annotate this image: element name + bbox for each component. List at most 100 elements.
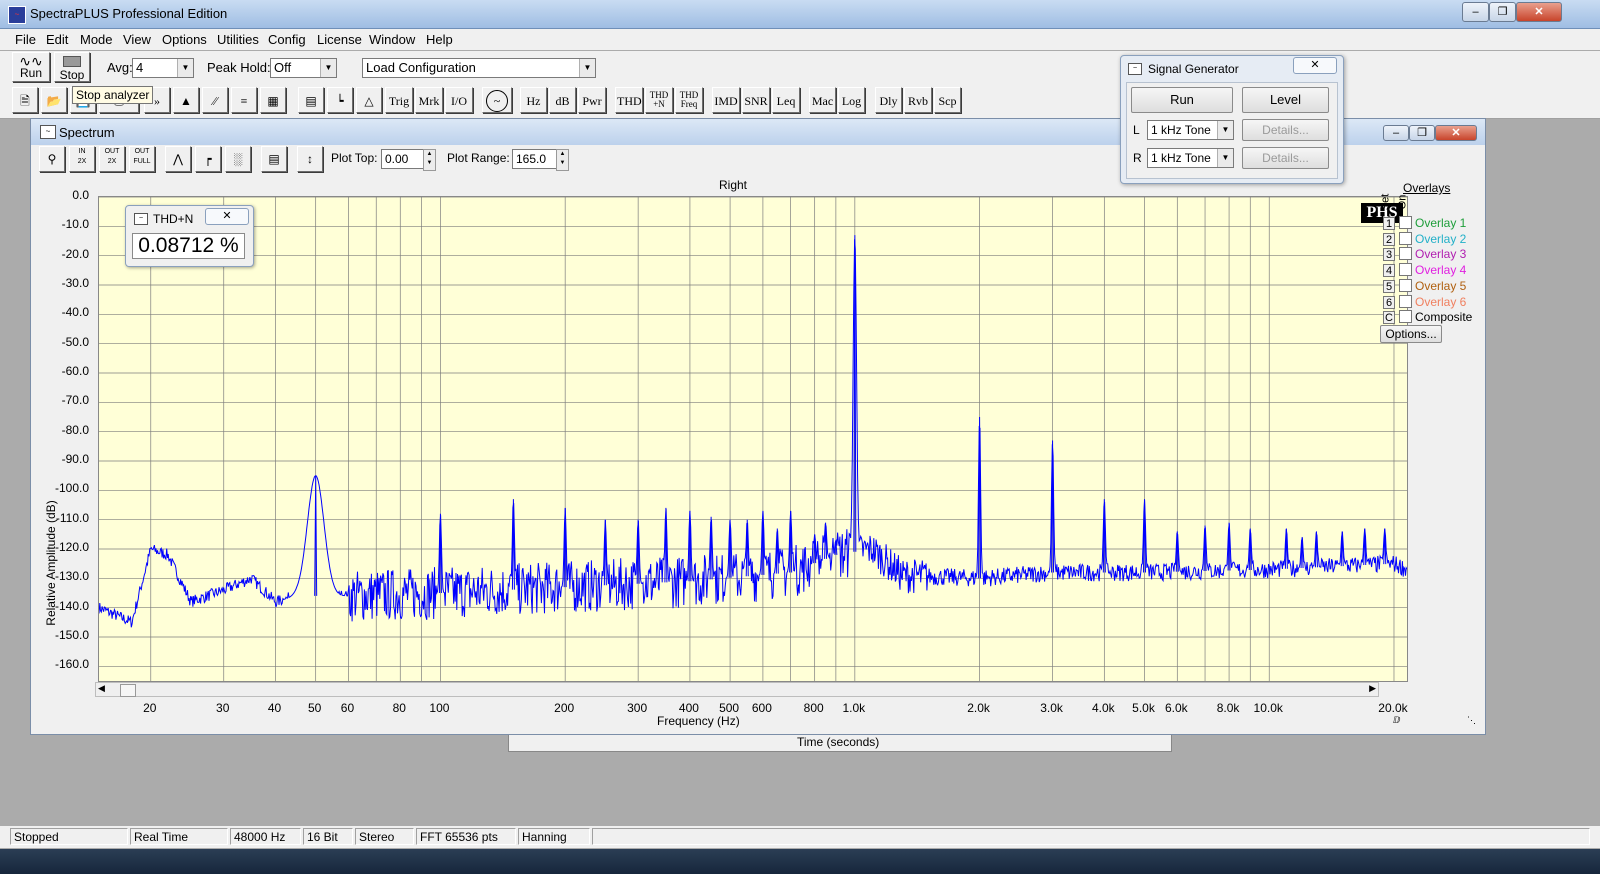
siggen-run-button[interactable]: Run (1131, 87, 1233, 113)
log-button[interactable]: Log (838, 87, 865, 113)
chevron-down-icon[interactable]: ▼ (1217, 149, 1233, 167)
plot-range-input[interactable]: 165.0 ▲ ▼ (512, 149, 569, 171)
plot-top-input[interactable]: 0.00 ▲ ▼ (381, 149, 436, 171)
minimize-button[interactable]: – (1462, 2, 1489, 22)
overlay-set-button[interactable]: 5 (1383, 279, 1395, 293)
spectrum-maximize-button[interactable]: ❐ (1409, 125, 1435, 141)
trig-button[interactable]: Trig (385, 87, 413, 113)
left-waveform-select[interactable]: 1 kHz Tone ▼ (1147, 120, 1234, 140)
cursor-button[interactable]: △ (356, 87, 382, 113)
overlay-checkbox[interactable] (1399, 247, 1412, 261)
menu-utilities[interactable]: Utilities (217, 32, 259, 47)
zoom-out-full-button[interactable]: OUT FULL (129, 146, 155, 172)
overlay-checkbox[interactable] (1399, 231, 1412, 245)
waterfall-button[interactable]: ≡ (231, 87, 257, 113)
zoom-in-2x-button[interactable]: IN 2X (69, 146, 95, 172)
spectrum-plot[interactable]: PHS (98, 196, 1408, 682)
thd-button[interactable]: THD (615, 87, 643, 113)
zoom-out-2x-button[interactable]: OUT 2X (99, 146, 125, 172)
imd-button[interactable]: IMD (712, 87, 740, 113)
menu-view[interactable]: View (123, 32, 151, 47)
chevron-down-icon[interactable]: ▼ (320, 59, 336, 77)
dly-button[interactable]: Dly (875, 87, 902, 113)
stop-button[interactable]: Stop (54, 52, 90, 82)
horizontal-scrollbar[interactable]: ◀ ▶ (95, 682, 1379, 697)
mac-button[interactable]: Mac (809, 87, 836, 113)
menu-license[interactable]: License (317, 32, 362, 47)
spectrum-minimize-button[interactable]: – (1383, 125, 1409, 141)
rvb-button[interactable]: Rvb (904, 87, 932, 113)
right-details-button[interactable]: Details... (1242, 147, 1329, 169)
avg-label: Avg: (107, 60, 133, 75)
overlay-set-button[interactable]: 3 (1383, 248, 1395, 262)
left-details-button[interactable]: Details... (1242, 119, 1329, 141)
plot-list-button[interactable]: ▤ (261, 146, 287, 172)
thd-n-button[interactable]: THD +N (645, 87, 673, 113)
resize-icon[interactable]: ⅅ (1393, 715, 1400, 726)
thd-close-button[interactable]: ✕ (205, 208, 249, 225)
list-view-button[interactable]: ▤ (298, 87, 324, 113)
overlay-checkbox[interactable] (1399, 216, 1412, 229)
menu-config[interactable]: Config (268, 32, 306, 47)
close-button[interactable]: ✕ (1516, 2, 1562, 22)
spectraplus-app-icon[interactable]: ~ (8, 6, 26, 24)
bar-plot-button[interactable]: ░ (225, 146, 251, 172)
spectrum-close-button[interactable]: ✕ (1435, 125, 1477, 141)
avg-select[interactable]: 4 ▼ (132, 58, 194, 78)
step-icon: ┍ (204, 152, 212, 166)
menu-file[interactable]: File (15, 32, 36, 47)
siggen-close-button[interactable]: ✕ (1293, 57, 1337, 74)
spin-arrows-icon[interactable]: ▲ ▼ (556, 149, 569, 171)
run-button[interactable]: ∿∿ Run (12, 52, 50, 82)
overlay-set-button[interactable]: C (1383, 311, 1395, 325)
signal-generator-button[interactable]: ~ (482, 87, 512, 113)
chevron-down-icon[interactable]: ▼ (177, 59, 193, 77)
pwr-button[interactable]: Pwr (578, 87, 606, 113)
open-folder-button[interactable]: 📂 (41, 87, 67, 113)
step-plot-button[interactable]: ┍ (195, 146, 221, 172)
scroll-right-icon[interactable]: ▶ (1369, 683, 1376, 694)
configuration-select[interactable]: Load Configuration ▼ (362, 58, 596, 78)
overlay-checkbox[interactable] (1399, 310, 1412, 324)
snr-button[interactable]: SNR (742, 87, 770, 113)
spectrum-mode-button[interactable]: ▲ (173, 87, 199, 113)
scp-button[interactable]: Scp (934, 87, 961, 113)
overlay-set-button[interactable]: 4 (1383, 264, 1395, 278)
3d-surface-button[interactable]: ▦ (260, 87, 286, 113)
overlay-options-button[interactable]: Options... (1380, 325, 1442, 343)
app-title: SpectraPLUS Professional Edition (30, 6, 228, 21)
scroll-left-icon[interactable]: ◀ (98, 683, 105, 694)
right-waveform-select[interactable]: 1 kHz Tone ▼ (1147, 148, 1234, 168)
overlay-set-button[interactable]: 2 (1383, 232, 1395, 246)
overlay-checkbox[interactable] (1399, 278, 1412, 292)
overlay-set-button[interactable]: 1 (1383, 217, 1395, 230)
chevron-down-icon[interactable]: ▼ (579, 59, 595, 77)
siggen-level-button[interactable]: Level (1242, 87, 1329, 113)
hz-button[interactable]: Hz (520, 87, 547, 113)
new-document-button[interactable]: 🗎 (12, 87, 38, 113)
chevron-down-icon[interactable]: ▼ (1217, 121, 1233, 139)
menu-options[interactable]: Options (162, 32, 207, 47)
maximize-button[interactable]: ❐ (1489, 2, 1516, 22)
db-button[interactable]: dB (549, 87, 576, 113)
scale-button[interactable]: ↕ (297, 146, 323, 172)
io-button[interactable]: I/O (445, 87, 473, 113)
thd-freq-button[interactable]: THD Freq (675, 87, 703, 113)
menu-edit[interactable]: Edit (46, 32, 68, 47)
leq-button[interactable]: Leq (772, 87, 800, 113)
peak-hold-select[interactable]: Off ▼ (270, 58, 337, 78)
scroll-thumb[interactable] (120, 684, 136, 697)
line-plot-button[interactable]: ⋀ (165, 146, 191, 172)
size-grip-icon[interactable]: ⋱ (1467, 715, 1476, 726)
menu-window[interactable]: Window (369, 32, 415, 47)
overlay-checkbox[interactable] (1399, 294, 1412, 308)
mrk-button[interactable]: Mrk (415, 87, 443, 113)
sawtooth-button[interactable]: ∕∕ (202, 87, 228, 113)
zoom-button[interactable]: ⚲ (39, 146, 65, 172)
overlay-set-button[interactable]: 6 (1383, 295, 1395, 309)
menu-help[interactable]: Help (426, 32, 453, 47)
overlay-checkbox[interactable] (1399, 263, 1412, 277)
ruler-button[interactable]: ┕ (327, 87, 353, 113)
menu-mode[interactable]: Mode (80, 32, 113, 47)
spin-arrows-icon[interactable]: ▲ ▼ (423, 149, 436, 171)
